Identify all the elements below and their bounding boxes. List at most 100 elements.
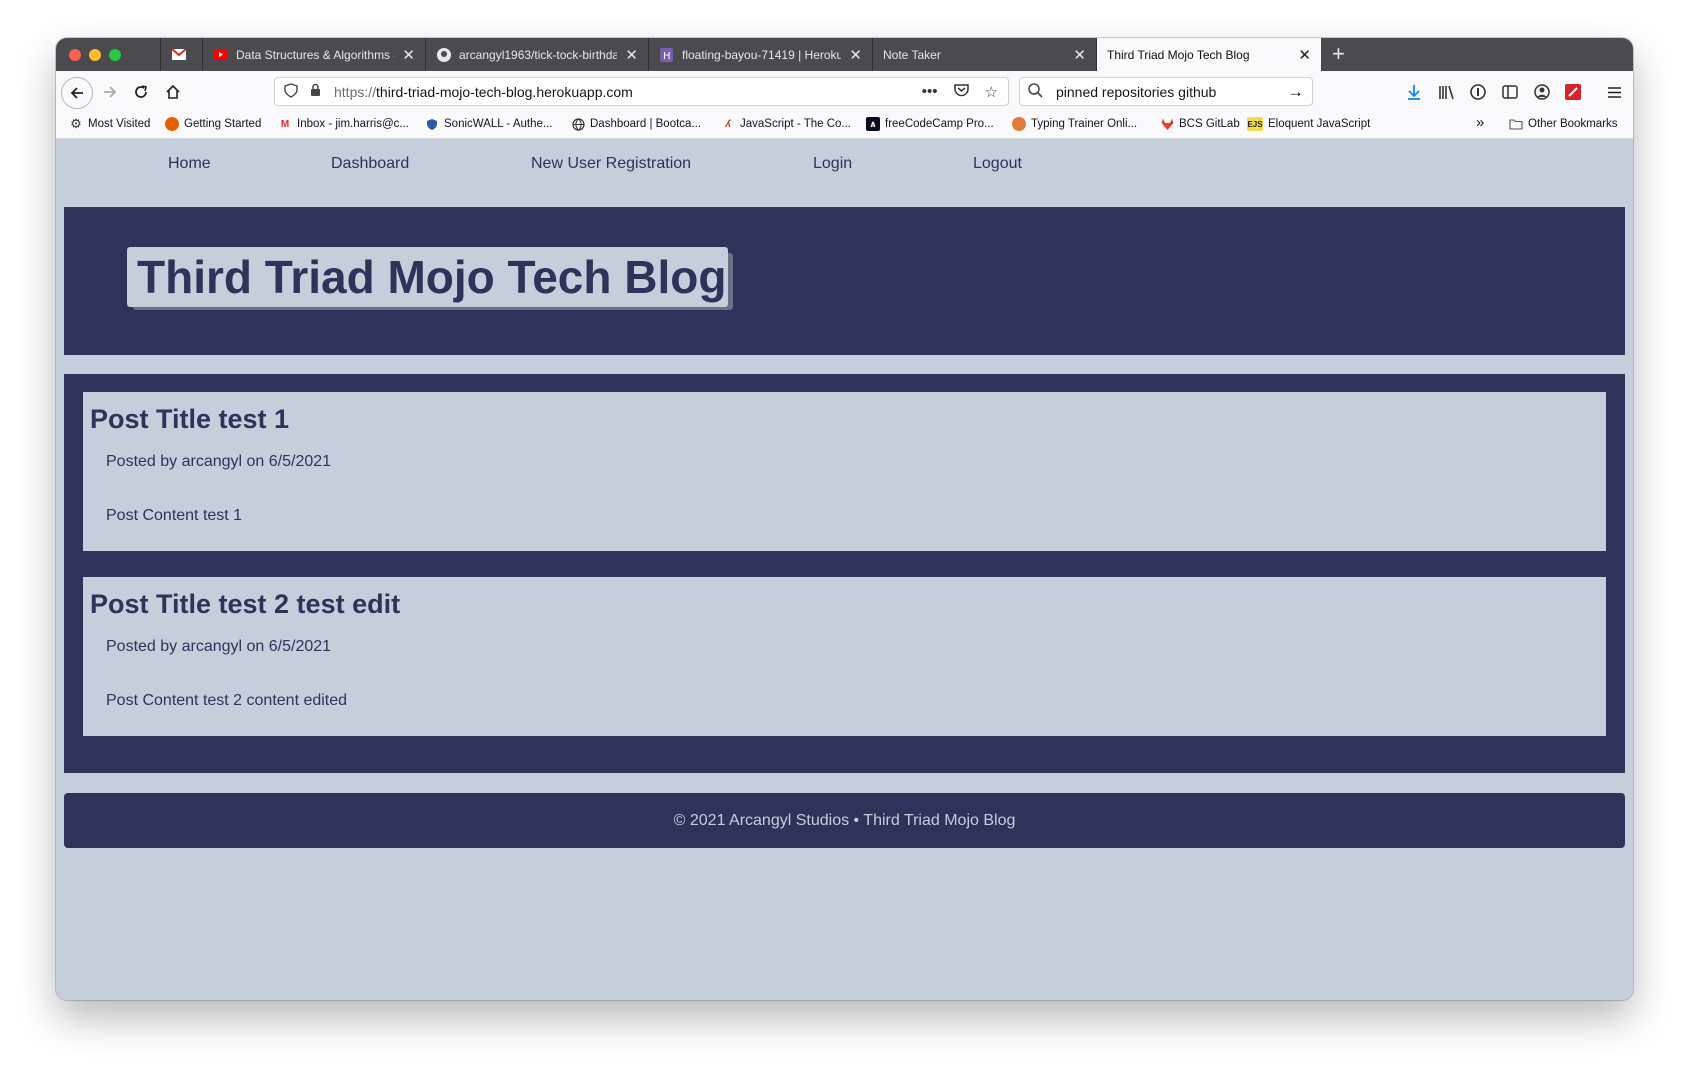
firefox-icon [165,117,179,131]
account-icon[interactable] [1531,81,1553,103]
reload-icon [135,85,147,98]
pocket-icon[interactable] [953,83,969,101]
bookmark-freecodecamp[interactable]: ∧ freeCodeCamp Pro... [866,117,994,131]
bookmark-sonicwall[interactable]: SonicWALL - Authe... [425,117,552,131]
gmail-icon: M [280,118,290,130]
tab-label: Data Structures & Algorithms # [236,47,395,62]
post-meta: Posted by arcangyl on 6/5/2021 [106,638,332,655]
tab-youtube[interactable]: Data Structures & Algorithms # ✕ [202,38,425,71]
gitlab-icon [1160,117,1174,131]
site-footer: © 2021 Arcangyl Studios • Third Triad Mo… [64,793,1625,848]
password-manager-icon[interactable] [1467,81,1489,103]
bookmark-star-icon[interactable]: ☆ [985,83,998,101]
tab-heroku[interactable]: H floating-bayou-71419 | Heroku ✕ [648,38,872,71]
typing-icon [1012,117,1026,131]
forward-button[interactable] [96,78,124,106]
github-icon [436,47,451,62]
folder-icon [1509,117,1523,131]
bookmark-label: Getting Started [184,118,262,130]
nav-link-new-user-registration[interactable]: New User Registration [531,155,691,173]
tab-label: Note Taker [883,47,941,62]
bookmark-getting-started[interactable]: Getting Started [165,117,261,131]
search-input[interactable]: pinned repositories github [1056,84,1287,100]
bookmark-typing-trainer[interactable]: Typing Trainer Onli... [1012,117,1137,131]
search-icon [1028,82,1046,101]
post-meta: Posted by arcangyl on 6/5/2021 [106,453,332,470]
post-title[interactable]: Post Title test 2 test edit [90,589,400,620]
bookmark-label: Dashboard | Bootca... [590,118,702,130]
bookmark-label: freeCodeCamp Pro... [885,118,994,130]
tracking-shield-icon[interactable] [284,82,300,101]
back-button[interactable] [61,77,93,109]
url-text[interactable]: https://third-triad-mojo-tech-blog.herok… [334,84,922,100]
ejs-icon: EJS [1247,117,1263,131]
posts-container: Post Title test 1 Posted by arcangyl on … [64,374,1625,773]
close-tab-icon[interactable]: ✕ [1298,46,1311,64]
javascript-icon: ʎ [725,118,731,130]
search-go-icon[interactable]: → [1287,82,1304,102]
tab-github[interactable]: arcangyl1963/tick-tock-birthda ✕ [425,38,648,71]
new-tab-icon[interactable]: + [1332,42,1345,66]
bookmark-label: SonicWALL - Authe... [444,118,553,130]
zoom-window-button[interactable] [109,49,121,61]
bookmarks-toolbar: ⚙ Most Visited Getting Started M Inbox -… [56,111,1633,139]
extension-icon[interactable] [1562,81,1584,103]
gmail-icon [171,47,186,62]
close-window-button[interactable] [69,49,81,61]
bookmark-label: Inbox - jim.harris@c... [297,118,410,130]
arrow-left-icon [70,87,83,99]
bookmark-javascript[interactable]: ʎ JavaScript - The Co... [721,117,851,131]
menu-icon[interactable] [1603,81,1625,103]
tab-gmail[interactable] [160,38,202,71]
more-actions-icon[interactable]: ••• [922,83,938,100]
bookmark-other-bookmarks[interactable]: Other Bookmarks [1509,117,1617,131]
sidebar-toggle-icon[interactable] [1499,81,1521,103]
web-page: Home Dashboard New User Registration Log… [56,139,1633,1000]
bookmark-bcs-gitlab[interactable]: BCS GitLab [1160,117,1240,131]
tab-third-triad-blog[interactable]: Third Triad Mojo Tech Blog ✕ [1096,38,1321,71]
bookmark-inbox[interactable]: M Inbox - jim.harris@c... [278,117,409,131]
chevron-double-right-icon[interactable]: » [1476,114,1484,131]
freecodecamp-icon: ∧ [866,117,880,131]
url-host: third-triad-mojo-tech-blog.herokuapp.com [376,83,633,100]
bookmark-label: JavaScript - The Co... [740,118,851,130]
tab-label: arcangyl1963/tick-tock-birthda [459,47,618,62]
tab-note-taker[interactable]: Note Taker ✕ [872,38,1096,71]
shield-icon [425,117,439,131]
heroku-icon: H [659,47,674,62]
url-protocol: https:// [334,83,377,100]
lock-icon[interactable] [310,83,324,100]
home-button[interactable] [159,78,187,106]
bookmark-label: Most Visited [88,118,151,130]
minimize-window-button[interactable] [89,49,101,61]
close-tab-icon[interactable]: ✕ [625,46,638,64]
post-content: Post Content test 2 content edited [106,692,348,709]
site-header: Third Triad Mojo Tech Blog [64,207,1625,355]
nav-link-dashboard[interactable]: Dashboard [331,155,409,173]
footer-text: © 2021 Arcangyl Studios • Third Triad Mo… [673,811,1016,829]
close-tab-icon[interactable]: ✕ [402,46,415,64]
post-content: Post Content test 1 [106,507,243,524]
close-tab-icon[interactable]: ✕ [1073,46,1086,64]
downloads-icon[interactable] [1403,81,1425,103]
nav-link-login[interactable]: Login [813,155,852,173]
url-bar[interactable]: https://third-triad-mojo-tech-blog.herok… [274,77,1009,106]
arrow-right-icon [104,86,117,98]
globe-icon [571,117,585,131]
bookmark-eloquent-javascript[interactable]: EJS Eloquent JavaScript [1247,117,1370,131]
site-title: Third Triad Mojo Tech Blog [127,247,728,307]
bookmark-most-visited[interactable]: ⚙ Most Visited [69,116,151,131]
bookmark-label: Typing Trainer Onli... [1031,118,1138,130]
library-icon[interactable] [1435,81,1457,103]
post-title[interactable]: Post Title test 1 [90,404,289,435]
post-card[interactable]: Post Title test 2 test edit Posted by ar… [83,577,1606,736]
nav-link-logout[interactable]: Logout [973,155,1022,173]
reload-button[interactable] [127,78,155,106]
search-bar[interactable]: pinned repositories github → [1019,77,1313,106]
close-tab-icon[interactable]: ✕ [849,46,862,64]
tab-label: Third Triad Mojo Tech Blog [1107,47,1250,62]
bookmark-dashboard-bootcamp[interactable]: Dashboard | Bootca... [571,117,701,131]
nav-link-home[interactable]: Home [168,155,211,173]
post-card[interactable]: Post Title test 1 Posted by arcangyl on … [83,392,1606,551]
gear-icon: ⚙ [70,116,82,131]
